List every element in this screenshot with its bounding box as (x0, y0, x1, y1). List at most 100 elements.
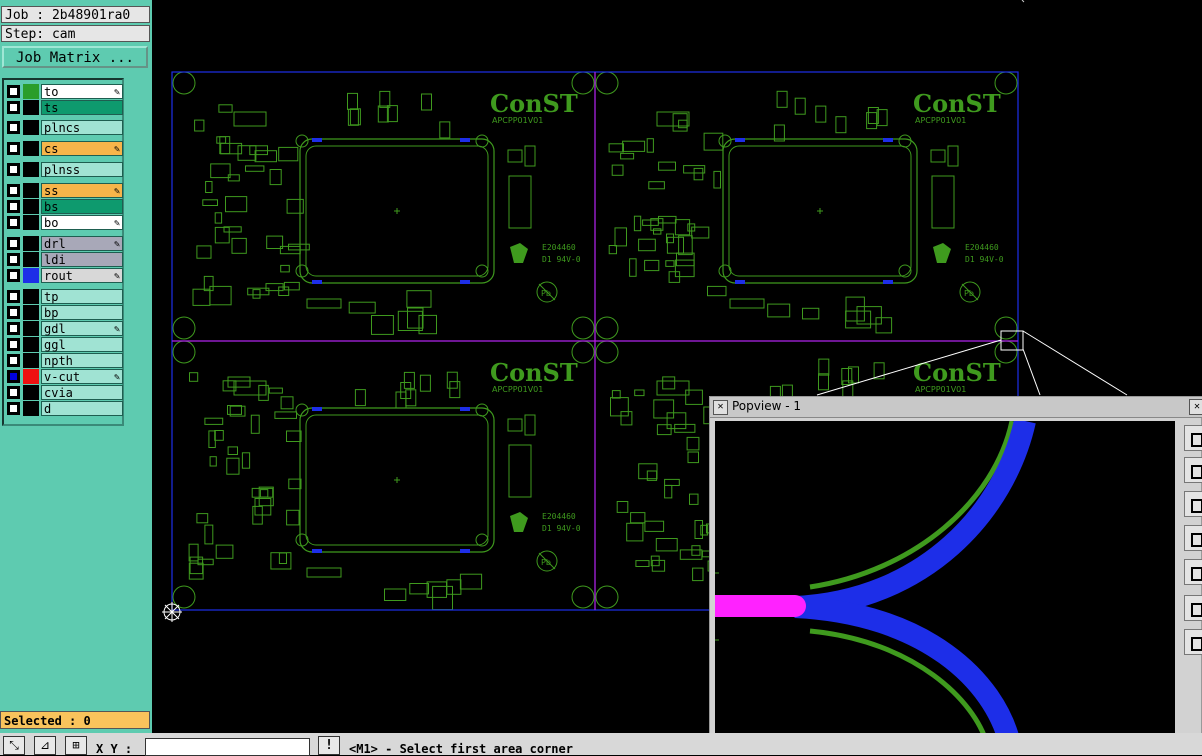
layer-row-ts[interactable]: ts (7, 100, 123, 115)
pan-left-icon[interactable] (1184, 525, 1202, 551)
zoom-home-icon[interactable] (1184, 491, 1202, 517)
layer-checkbox[interactable] (7, 306, 20, 319)
layer-checkbox[interactable] (7, 253, 20, 266)
layer-color-swatch[interactable] (23, 321, 39, 336)
layer-name[interactable]: d (41, 401, 123, 416)
layer-checkbox[interactable] (7, 322, 20, 335)
layer-color-swatch[interactable] (23, 268, 39, 283)
layer-checkbox[interactable] (7, 402, 20, 415)
grid-icon[interactable]: ⊞ (65, 736, 87, 755)
layer-color-swatch[interactable] (23, 199, 39, 214)
window-menu-icon[interactable]: ✕ (713, 400, 728, 415)
measure-icon[interactable]: ⊿ (34, 736, 56, 755)
layer-checkbox[interactable] (7, 200, 20, 213)
layer-name[interactable]: bs (41, 199, 123, 214)
layer-row-to[interactable]: to (7, 84, 123, 100)
layer-name[interactable]: plnss (41, 162, 123, 177)
center-view-icon[interactable] (1184, 629, 1202, 655)
smd-footprint (377, 105, 389, 123)
layer-name[interactable]: ts (41, 100, 123, 115)
layer-checkbox[interactable] (7, 338, 20, 351)
layer-color-swatch[interactable] (23, 84, 39, 99)
popview-window[interactable]: ✕ Popview - 1 ✕ (709, 396, 1202, 755)
layer-color-swatch[interactable] (23, 162, 39, 177)
layer-row-bs[interactable]: bs (7, 199, 123, 214)
layer-checkbox[interactable] (7, 370, 20, 383)
layer-row-ggl[interactable]: ggl (7, 337, 123, 352)
layer-checkbox[interactable] (7, 184, 20, 197)
layer-name[interactable]: npth (41, 353, 123, 368)
layer-name[interactable]: gdl (41, 321, 123, 337)
close-icon[interactable]: ✕ (1189, 399, 1202, 415)
layer-row-rout[interactable]: rout (7, 268, 123, 284)
layer-name[interactable]: cs (41, 141, 123, 157)
zoom-out-icon[interactable] (1184, 457, 1202, 483)
layer-row-bo[interactable]: bo (7, 215, 123, 231)
popview-titlebar[interactable]: ✕ Popview - 1 ✕ (710, 397, 1202, 418)
message-alert-icon[interactable]: ! (318, 736, 340, 755)
layer-row-v-cut[interactable]: v-cut (7, 369, 123, 385)
layer-color-swatch[interactable] (23, 100, 39, 115)
layer-row-tp[interactable]: tp (7, 289, 123, 304)
layer-color-swatch[interactable] (23, 120, 39, 135)
layer-row-gdl[interactable]: gdl (7, 321, 123, 337)
layer-row-drl[interactable]: drl (7, 236, 123, 252)
layer-name[interactable]: drl (41, 236, 123, 252)
fit-window-icon[interactable] (1184, 595, 1202, 621)
layer-row-ldi[interactable]: ldi (7, 252, 123, 267)
layer-checkbox[interactable] (7, 290, 20, 303)
layer-color-swatch[interactable] (23, 183, 39, 198)
layer-checkbox[interactable] (7, 85, 20, 98)
layer-name[interactable]: bo (41, 215, 123, 231)
layer-checkbox[interactable] (7, 163, 20, 176)
layer-checkbox[interactable] (7, 386, 20, 399)
layer-color-swatch[interactable] (23, 369, 39, 384)
layer-name[interactable]: tp (41, 289, 123, 304)
xy-coordinate-field[interactable] (145, 738, 310, 756)
layer-color-swatch[interactable] (23, 289, 39, 304)
smd-footprint (446, 371, 458, 389)
layer-checkbox[interactable] (7, 142, 20, 155)
layer-color-swatch[interactable] (23, 385, 39, 400)
layer-checkbox[interactable] (7, 101, 20, 114)
layer-color-swatch[interactable] (23, 337, 39, 352)
layer-checkbox[interactable] (7, 237, 20, 250)
layer-row-bp[interactable]: bp (7, 305, 123, 320)
layer-row-cs[interactable]: cs (7, 141, 123, 157)
layer-checkbox[interactable] (7, 216, 20, 229)
layer-name[interactable]: ggl (41, 337, 123, 352)
popview-canvas[interactable] (715, 421, 1175, 744)
layer-name[interactable]: to (41, 84, 123, 100)
layer-row-cvia[interactable]: cvia (7, 385, 123, 400)
pan-right-icon[interactable] (1184, 559, 1202, 585)
zoom-in-icon[interactable] (1184, 425, 1202, 451)
snap-icon[interactable]: ⤡ (3, 736, 25, 755)
layer-checkbox[interactable] (7, 121, 20, 134)
smd-footprint (703, 132, 724, 151)
layer-color-swatch[interactable] (23, 141, 39, 156)
layer-color-swatch[interactable] (23, 305, 39, 320)
layer-color-swatch[interactable] (23, 252, 39, 267)
layer-name[interactable]: v-cut (41, 369, 123, 385)
layer-color-swatch[interactable] (23, 236, 39, 251)
layer-row-plnss[interactable]: plnss (7, 162, 123, 177)
layer-color-swatch[interactable] (23, 215, 39, 230)
layer-row-plncs[interactable]: plncs (7, 120, 123, 135)
layer-checkbox[interactable] (7, 269, 20, 282)
smd-footprint (678, 119, 688, 129)
layer-name[interactable]: cvia (41, 385, 123, 400)
layer-row-npth[interactable]: npth (7, 353, 123, 368)
layer-row-ss[interactable]: ss (7, 183, 123, 199)
layer-name[interactable]: rout (41, 268, 123, 284)
layer-color-swatch[interactable] (23, 353, 39, 368)
layer-name[interactable]: bp (41, 305, 123, 320)
layer-name[interactable]: ss (41, 183, 123, 199)
layer-row-d[interactable]: d (7, 401, 123, 416)
status-bar: ⤡ ⊿ ⊞ X Y : ! <M1> - Select first area c… (0, 733, 1202, 756)
layer-name[interactable]: plncs (41, 120, 123, 135)
fiducial-pad (312, 138, 322, 142)
layer-checkbox[interactable] (7, 354, 20, 367)
layer-name[interactable]: ldi (41, 252, 123, 267)
layer-color-swatch[interactable] (23, 401, 39, 416)
job-matrix-button[interactable]: Job Matrix ... (2, 46, 148, 68)
